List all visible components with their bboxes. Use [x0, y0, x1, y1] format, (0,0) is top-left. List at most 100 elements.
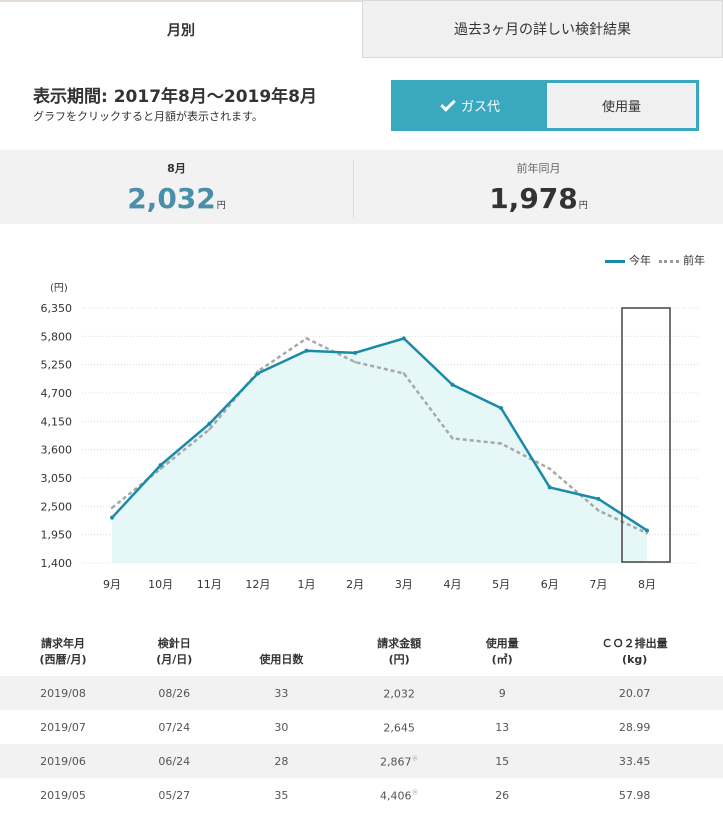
legend-last-year-label: 前年 — [683, 254, 705, 267]
x-tick-label: 6月 — [541, 578, 559, 591]
cell-amount: 2,645 — [383, 721, 415, 735]
cell-month: 2019/05 — [40, 788, 86, 802]
this-year-point — [401, 336, 406, 341]
header-billing-month: 請求年月 (西暦/月) — [39, 637, 87, 666]
last-year-point — [110, 506, 114, 510]
previous-year-label: 前年同月 — [516, 162, 561, 175]
y-tick-label: 5,800 — [41, 330, 73, 343]
cell-usage: 13 — [495, 720, 510, 734]
cell-month: 2019/06 — [0, 744, 126, 778]
this-year-point — [304, 348, 309, 353]
x-tick-label: 7月 — [589, 578, 607, 591]
last-year-point — [499, 442, 503, 445]
cell-co2: 20.07 — [546, 676, 723, 710]
last-year-point — [645, 532, 649, 535]
y-axis-unit-label: (円) — [50, 283, 68, 294]
x-tick-label: 10月 — [148, 578, 173, 591]
header-usage-days: 使用日数 — [259, 653, 304, 666]
chart-area[interactable]: 今年 前年 (円) 1,400 1,950 2,500 3,050 3,600 4,150 4… — [0, 240, 723, 600]
dotted-line-icon — [659, 259, 679, 263]
this-year-point — [353, 350, 358, 355]
this-year-area — [112, 338, 647, 563]
this-year-point — [110, 515, 114, 520]
header-reading-date: 検針日 (月/日) — [156, 637, 193, 666]
last-year-point — [305, 337, 308, 340]
cell-usage: 9 — [458, 676, 547, 710]
current-month-amount: 2,032円 — [0, 182, 353, 215]
prev-amount-unit: 円 — [578, 201, 588, 211]
legend-this-year: 今年 — [605, 252, 651, 268]
y-tick-label: 1,950 — [41, 529, 73, 542]
cell-days: 30 — [274, 720, 289, 734]
cell-days: 35 — [274, 788, 289, 802]
display-toggle: ガス代 使用量 — [391, 80, 699, 131]
header-co2-emission: ＣＯ２排出量 (kg) — [601, 637, 668, 666]
table-header-row: 請求年月 (西暦/月) 検針日 (月/日) 使用日数 請求金額 (円) 使用量 (㎥) … — [0, 628, 723, 676]
last-year-point — [402, 372, 406, 375]
usage-button[interactable]: 使用量 — [547, 83, 696, 128]
tab-monthly[interactable]: 月別 — [0, 0, 362, 58]
meter-reading-table: 請求年月 (西暦/月) 検針日 (月/日) 使用日数 請求金額 (円) 使用量 (㎥) … — [0, 628, 723, 812]
last-year-point — [159, 467, 162, 470]
this-year-point — [547, 485, 552, 490]
cell-month: 2019/07 — [40, 720, 86, 734]
table-row: 2019/08 08/26 33 2,032 9 20.07 — [0, 676, 723, 710]
cell-date: 06/24 — [125, 744, 223, 778]
solid-line-icon — [605, 259, 625, 263]
last-year-point — [256, 370, 260, 373]
header-billing-amount: 請求金額 (円) — [377, 637, 422, 666]
y-tick-label: 4,150 — [41, 415, 73, 428]
y-tick-label: 1,400 — [41, 557, 73, 570]
y-tick-label: 4,700 — [41, 387, 73, 400]
chart-legend: 今年 前年 — [605, 252, 705, 268]
cell-amount: 4,406※ — [380, 787, 419, 803]
current-amount-value: 2,032 — [127, 182, 216, 215]
page: 月別 過去3ヶ月の詳しい検針結果 表示期間: 2017年8月～2019年8月 グ… — [0, 0, 723, 813]
this-year-point — [645, 528, 649, 533]
x-tick-label: 12月 — [245, 578, 270, 591]
cell-usage: 26 — [495, 788, 510, 802]
tab-past-3-months-details[interactable]: 過去3ヶ月の詳しい検針結果 — [362, 0, 723, 58]
check-icon — [440, 95, 456, 112]
gas-fee-chart[interactable]: (円) 1,400 1,950 2,500 3,050 3,600 4,150 4,700 5,… — [0, 240, 723, 600]
last-year-point — [451, 437, 454, 440]
usage-label: 使用量 — [601, 100, 641, 115]
y-tick-label: 3,050 — [41, 472, 73, 485]
last-year-point — [353, 360, 357, 364]
current-amount-unit: 円 — [216, 201, 226, 211]
cell-date: 05/27 — [158, 788, 191, 802]
cell-month: 2019/08 — [0, 676, 126, 710]
current-month-label: 8月 — [167, 162, 186, 175]
gas-fee-button[interactable]: ガス代 — [394, 83, 547, 128]
summary-panel: 8月 2,032円 前年同月 1,978円 — [0, 150, 723, 224]
cell-days: 28 — [222, 744, 341, 778]
y-tick-label: 3,600 — [41, 444, 73, 457]
y-tick-label: 5,250 — [41, 359, 73, 372]
cell-co2: 57.98 — [618, 788, 651, 802]
this-year-point — [450, 382, 455, 387]
this-year-point — [207, 421, 212, 426]
this-year-point — [158, 463, 163, 468]
cell-co2: 28.99 — [618, 720, 651, 734]
x-tick-label: 5月 — [492, 578, 510, 591]
previous-year-summary: 前年同月 1,978円 — [354, 150, 723, 224]
table-row: 2019/07 07/24 30 2,645 13 28.99 — [0, 710, 723, 744]
x-tick-label: 1月 — [298, 578, 316, 591]
current-month-summary: 8月 2,032円 — [0, 150, 353, 224]
x-tick-label: 2月 — [346, 578, 364, 591]
x-tick-label: 8月 — [638, 578, 656, 591]
y-tick-label: 6,350 — [41, 302, 73, 315]
last-year-point — [548, 467, 551, 470]
period-hint: グラフをクリックすると月額が表示されます。 — [33, 110, 263, 123]
previous-year-amount: 1,978円 — [354, 182, 723, 215]
cell-date: 07/24 — [158, 720, 191, 734]
table-row: 2019/05 05/27 35 4,406※ 26 57.98 — [0, 778, 723, 812]
cell-days: 33 — [222, 676, 341, 710]
y-tick-label: 2,500 — [41, 500, 73, 513]
cell-usage: 15 — [458, 744, 547, 778]
cell-date: 08/26 — [125, 676, 223, 710]
this-year-point — [499, 406, 504, 411]
header-usage: 使用量 (㎥) — [485, 637, 519, 666]
gas-fee-label: ガス代 — [460, 100, 500, 115]
this-year-point — [596, 496, 601, 501]
